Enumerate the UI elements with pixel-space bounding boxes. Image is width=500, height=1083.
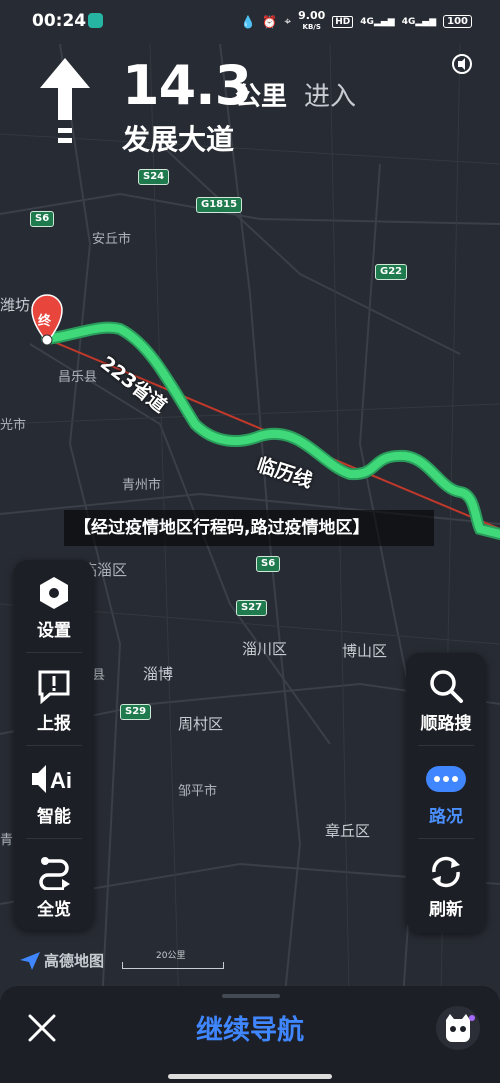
cat-mascot-icon	[446, 1014, 475, 1042]
scale-label: 20公里	[156, 951, 186, 961]
alarm-icon: ⏰	[262, 14, 278, 29]
brand-label: 高德地图	[44, 952, 105, 970]
svg-text:Ai: Ai	[50, 768, 72, 793]
app-notification-icon	[88, 13, 103, 28]
report-button[interactable]: 上报	[14, 653, 94, 745]
report-icon	[38, 670, 70, 704]
voice-ai-icon: Ai	[32, 765, 72, 793]
news-headline-overlay: 【经过疫情地区行程码,路过疫情地区】	[64, 510, 434, 546]
water-drop-icon: 💧	[240, 14, 256, 29]
guidance-unit: 公里	[235, 82, 288, 112]
map-scale: 20公里	[122, 948, 224, 970]
settings-button[interactable]: 设置	[14, 560, 94, 652]
highway-shield: S6	[30, 211, 55, 227]
overview-label: 全览	[37, 900, 71, 920]
highway-shield: G22	[375, 264, 408, 280]
network-speed: 9.00 KB/S	[298, 9, 326, 31]
place-label: 淄博	[143, 665, 174, 683]
place-label: 淄川区	[242, 640, 288, 658]
report-label: 上报	[37, 714, 71, 734]
voice-broadcast-icon[interactable]	[448, 50, 476, 78]
status-bar: 00:24 💧 ⏰ ⌖ 9.00 KB/S HD 4G▂▄▆ 4G▂▄▆ 100	[0, 0, 500, 44]
place-label: 潍坊	[0, 296, 31, 314]
highway-shield: S6	[256, 556, 281, 572]
traffic-label: 路况	[429, 807, 463, 827]
place-label: 光市	[0, 418, 27, 433]
settings-icon	[40, 577, 68, 609]
drag-handle[interactable]	[222, 994, 280, 998]
smart-button[interactable]: Ai 智能	[14, 746, 94, 838]
hd-badge: HD	[332, 15, 354, 28]
highway-shield: S24	[138, 169, 170, 185]
smart-label: 智能	[37, 807, 71, 827]
place-label: 昌乐县	[58, 370, 98, 385]
system-home-indicator[interactable]	[168, 1074, 332, 1079]
place-label: 博山区	[342, 642, 388, 660]
refresh-button[interactable]: 刷新	[406, 839, 486, 931]
signal-2: 4G▂▄▆	[401, 16, 437, 27]
search-along-label: 顺路搜	[420, 714, 472, 734]
place-label: 安丘市	[92, 232, 132, 247]
assistant-avatar[interactable]	[436, 1006, 480, 1050]
guidance-road-name: 发展大道	[122, 123, 235, 156]
location-icon: ⌖	[284, 14, 292, 28]
status-icons: 💧 ⏰ ⌖ 9.00 KB/S HD 4G▂▄▆ 4G▂▄▆ 100	[240, 9, 472, 32]
straight-arrow-icon	[40, 58, 90, 143]
guidance-action: 进入	[304, 82, 357, 112]
place-label: 周村区	[178, 715, 224, 733]
turn-guidance-panel: 14.3 公里 进入 发展大道	[30, 52, 450, 162]
continue-navigation-button[interactable]: 继续导航	[160, 1008, 340, 1047]
search-icon	[430, 670, 463, 703]
search-along-button[interactable]: 顺路搜	[406, 653, 486, 745]
highway-shield: S29	[120, 704, 152, 720]
status-time: 00:24	[32, 11, 87, 31]
amap-logo-icon	[20, 951, 40, 970]
bottom-navigation-bar: 继续导航	[0, 986, 500, 1083]
place-label: 邹平市	[178, 784, 218, 799]
highway-shield: S27	[236, 600, 268, 616]
overview-icon	[39, 857, 70, 890]
close-icon[interactable]	[26, 1012, 58, 1044]
guidance-distance: 14.3	[122, 54, 252, 117]
place-label: 章丘区	[325, 822, 371, 840]
place-label: 青	[0, 833, 14, 848]
battery-icon: 100	[443, 15, 472, 28]
scale-bar	[122, 962, 224, 969]
traffic-icon	[426, 766, 466, 792]
overview-button[interactable]: 全览	[14, 839, 94, 931]
highway-shield: G1815	[196, 197, 243, 213]
settings-label: 设置	[37, 621, 71, 641]
refresh-icon	[432, 856, 460, 888]
left-control-panel: 设置 上报 Ai 智能 全览	[14, 560, 94, 930]
amap-logo: 高德地图	[20, 950, 104, 971]
refresh-label: 刷新	[429, 900, 463, 920]
right-control-panel: 顺路搜 路况 刷新	[406, 653, 486, 933]
place-label: 青州市	[122, 478, 162, 493]
traffic-button[interactable]: 路况	[406, 746, 486, 838]
destination-marker-label: 终	[38, 314, 52, 329]
signal-1: 4G▂▄▆	[360, 16, 395, 27]
